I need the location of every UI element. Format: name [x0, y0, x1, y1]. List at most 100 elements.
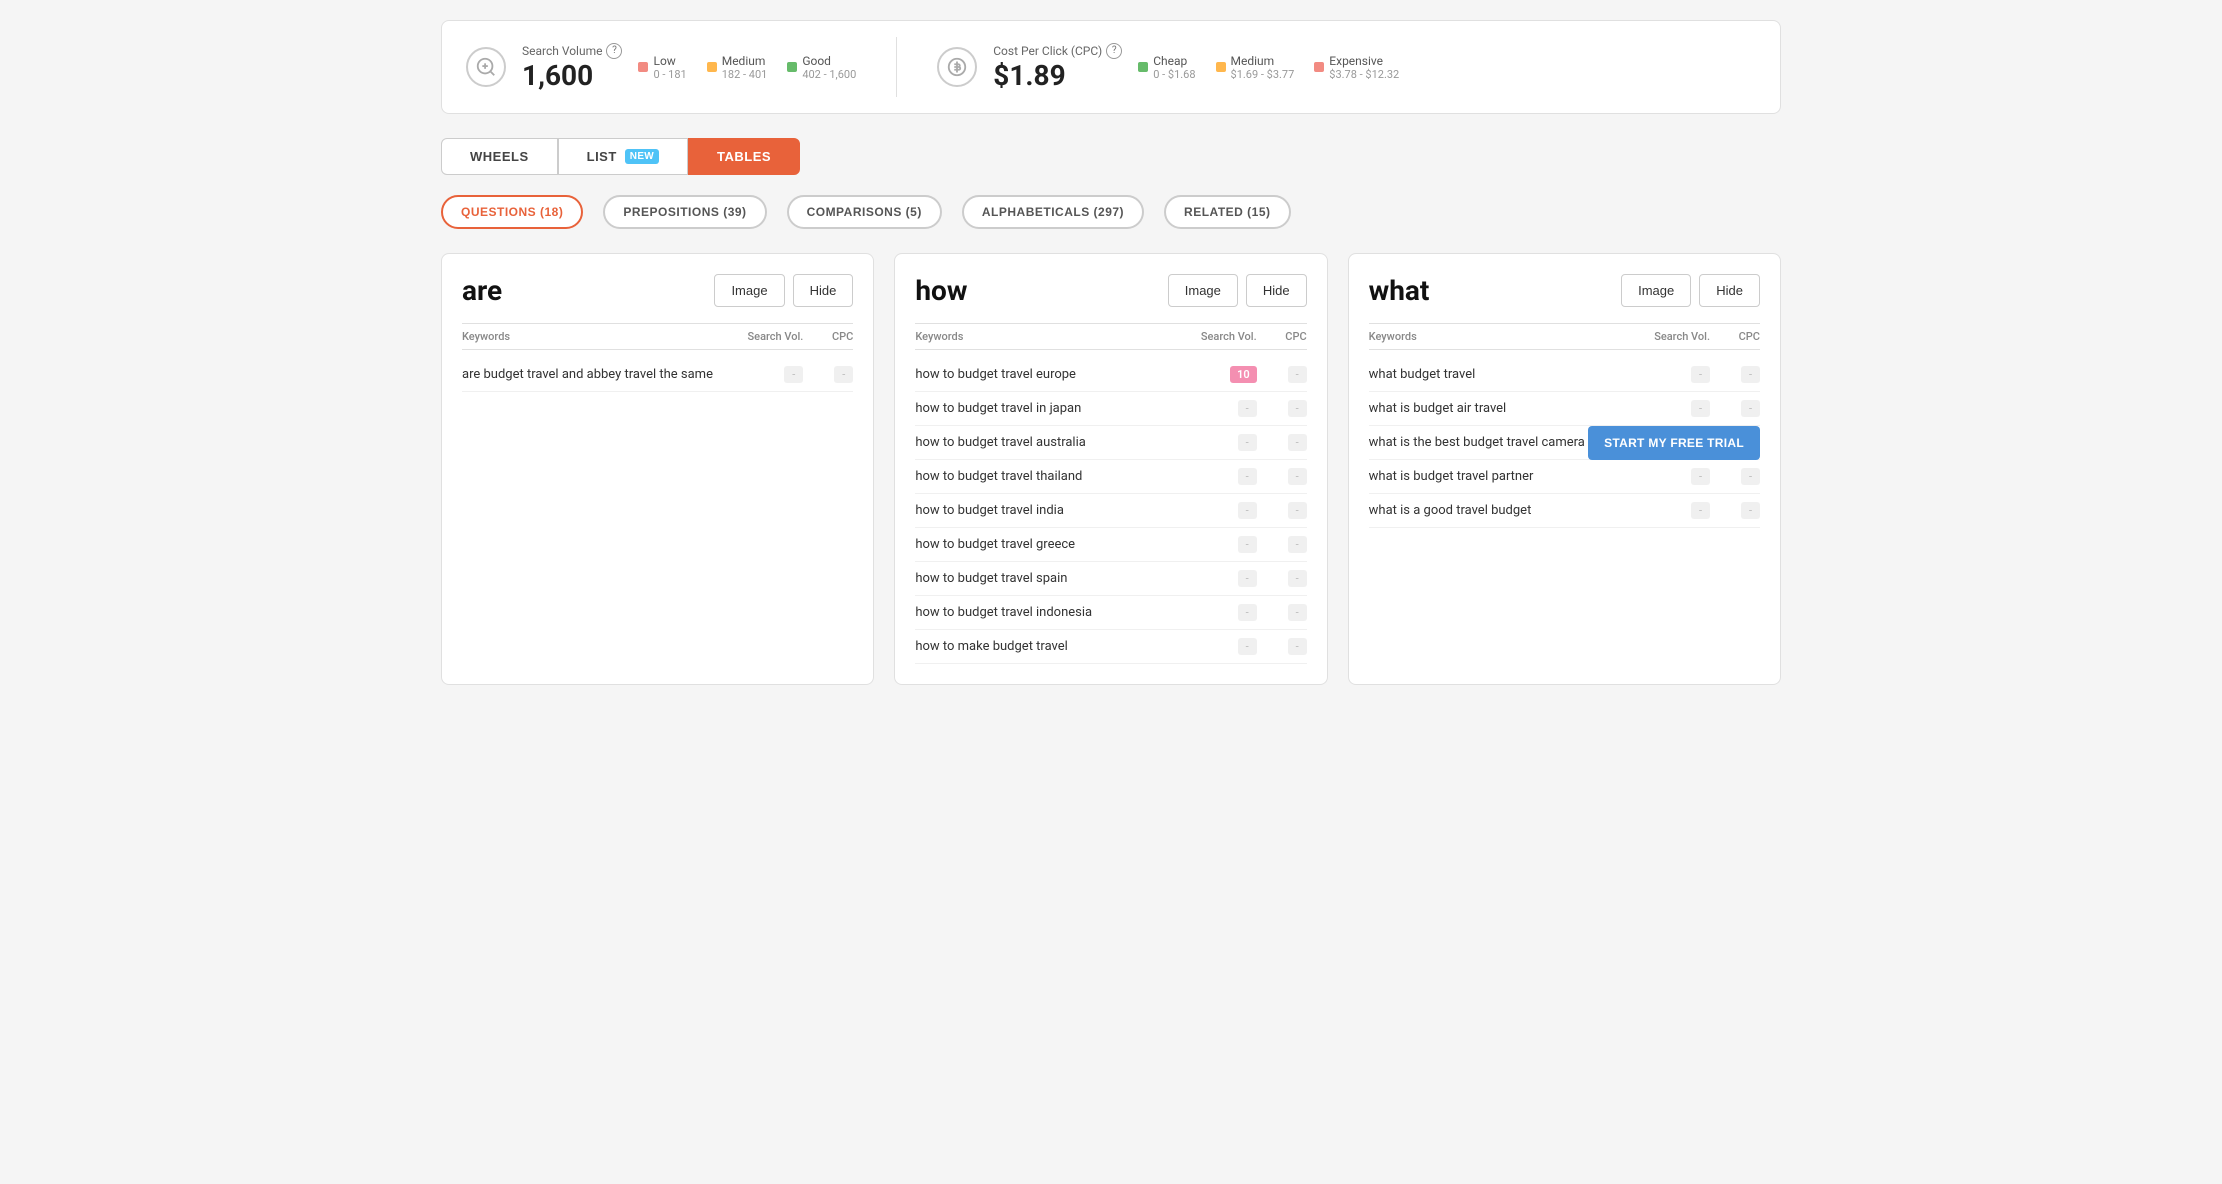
- keyword-vol-what-1: -: [1630, 400, 1710, 417]
- cpc-label: Cost Per Click (CPC) ?: [993, 43, 1122, 59]
- filter-comparisons[interactable]: COMPARISONS (5): [787, 195, 942, 229]
- filter-questions[interactable]: QUESTIONS (18): [441, 195, 583, 229]
- legend-low-label: Low: [653, 54, 686, 68]
- search-volume-icon: [466, 47, 506, 87]
- keyword-text-how-3: how to budget travel thailand: [915, 469, 1176, 484]
- legend-expensive-dot: [1314, 62, 1324, 72]
- tab-list[interactable]: LIST NEW: [558, 138, 688, 175]
- keyword-text-how-6: how to budget travel spain: [915, 571, 1176, 586]
- card-how-table-header: Keywords Search Vol. CPC: [915, 323, 1306, 350]
- card-are-hide-btn[interactable]: Hide: [793, 274, 854, 307]
- col-header-vol-what: Search Vol.: [1630, 330, 1710, 343]
- cpc-legend: Cheap 0 - $1.68 Medium $1.69 - $3.77 Exp…: [1138, 54, 1399, 81]
- card-how-hide-btn[interactable]: Hide: [1246, 274, 1307, 307]
- keyword-row-what-3: what is budget travel partner - -: [1369, 460, 1760, 494]
- search-volume-help-icon[interactable]: ?: [606, 43, 622, 59]
- card-how: how Image Hide Keywords Search Vol. CPC …: [894, 253, 1327, 685]
- keyword-row-how-8: how to make budget travel - -: [915, 630, 1306, 664]
- filter-related[interactable]: RELATED (15): [1164, 195, 1290, 229]
- cards-grid: are Image Hide Keywords Search Vol. CPC …: [441, 253, 1781, 685]
- keyword-cpc-how-1: -: [1257, 400, 1307, 417]
- keyword-text-how-2: how to budget travel australia: [915, 435, 1176, 450]
- filter-tabs: QUESTIONS (18) PREPOSITIONS (39) COMPARI…: [441, 195, 1781, 229]
- keyword-row-how-3: how to budget travel thailand - -: [915, 460, 1306, 494]
- card-what: what Image Hide Keywords Search Vol. CPC…: [1348, 253, 1781, 685]
- keyword-vol-how-8: -: [1177, 638, 1257, 655]
- keyword-cpc-how-2: -: [1257, 434, 1307, 451]
- legend-medium-cpc: Medium $1.69 - $3.77: [1216, 54, 1295, 81]
- legend-cheap-label: Cheap: [1153, 54, 1195, 68]
- filter-prepositions[interactable]: PREPOSITIONS (39): [603, 195, 766, 229]
- keyword-cpc-what-4: -: [1710, 502, 1760, 519]
- keyword-vol-how-6: -: [1177, 570, 1257, 587]
- legend-good-sv-dot: [787, 62, 797, 72]
- keyword-cpc-what-1: -: [1710, 400, 1760, 417]
- keyword-row-how-7: how to budget travel indonesia - -: [915, 596, 1306, 630]
- keyword-row-how-1: how to budget travel in japan - -: [915, 392, 1306, 426]
- keyword-row-what-1: what is budget air travel - -: [1369, 392, 1760, 426]
- keyword-row-what-0: what budget travel - -: [1369, 358, 1760, 392]
- keyword-vol-how-5: -: [1177, 536, 1257, 553]
- keyword-vol-what-0: -: [1630, 366, 1710, 383]
- keyword-row-what-2: what is the best budget travel camera - …: [1369, 426, 1760, 460]
- cpc-icon: [937, 47, 977, 87]
- legend-medium-cpc-dot: [1216, 62, 1226, 72]
- legend-expensive-label: Expensive: [1329, 54, 1399, 68]
- keyword-vol-what-3: -: [1630, 468, 1710, 485]
- legend-medium-cpc-label: Medium: [1231, 54, 1295, 68]
- keyword-vol-are-0: -: [723, 366, 803, 383]
- col-header-vol-how: Search Vol.: [1177, 330, 1257, 343]
- card-what-word: what: [1369, 274, 1430, 307]
- legend-medium-sv-dot: [707, 62, 717, 72]
- card-what-header: what Image Hide: [1369, 274, 1760, 307]
- card-how-word: how: [915, 274, 967, 307]
- keyword-vol-how-7: -: [1177, 604, 1257, 621]
- card-are-image-btn[interactable]: Image: [714, 274, 784, 307]
- keyword-vol-how-1: -: [1177, 400, 1257, 417]
- keyword-row-how-6: how to budget travel spain - -: [915, 562, 1306, 596]
- card-what-image-btn[interactable]: Image: [1621, 274, 1691, 307]
- keyword-text-how-1: how to budget travel in japan: [915, 401, 1176, 416]
- keyword-text-how-5: how to budget travel greece: [915, 537, 1176, 552]
- cpc-block: Cost Per Click (CPC) ? $1.89 Cheap 0 - $…: [937, 43, 1399, 92]
- legend-good-sv: Good 402 - 1,600: [787, 54, 856, 81]
- col-header-keywords-how: Keywords: [915, 330, 1176, 343]
- main-tabs: WHEELS LIST NEW TABLES: [441, 138, 1781, 175]
- card-what-actions: Image Hide: [1621, 274, 1760, 307]
- keyword-text-what-4: what is a good travel budget: [1369, 503, 1630, 518]
- card-are: are Image Hide Keywords Search Vol. CPC …: [441, 253, 874, 685]
- keyword-cpc-how-3: -: [1257, 468, 1307, 485]
- search-volume-value: 1,600: [522, 59, 622, 92]
- card-what-table-header: Keywords Search Vol. CPC: [1369, 323, 1760, 350]
- keyword-text-how-8: how to make budget travel: [915, 639, 1176, 654]
- keyword-cpc-how-5: -: [1257, 536, 1307, 553]
- card-how-actions: Image Hide: [1168, 274, 1307, 307]
- filter-alphabeticals[interactable]: ALPHABETICALS (297): [962, 195, 1144, 229]
- keyword-row-how-0: how to budget travel europe 10 -: [915, 358, 1306, 392]
- keyword-text-are-0: are budget travel and abbey travel the s…: [462, 367, 723, 382]
- keyword-cpc-what-3: -: [1710, 468, 1760, 485]
- start-trial-button[interactable]: START MY FREE TRIAL: [1588, 426, 1760, 460]
- cpc-help-icon[interactable]: ?: [1106, 43, 1122, 59]
- tab-tables[interactable]: TABLES: [688, 138, 800, 175]
- legend-good-sv-label: Good: [802, 54, 856, 68]
- col-header-keywords-are: Keywords: [462, 330, 723, 343]
- col-header-cpc-are: CPC: [803, 330, 853, 343]
- keyword-cpc-what-0: -: [1710, 366, 1760, 383]
- card-how-image-btn[interactable]: Image: [1168, 274, 1238, 307]
- search-volume-main: Search Volume ? 1,600: [522, 43, 622, 92]
- keyword-row-what-4: what is a good travel budget - -: [1369, 494, 1760, 528]
- legend-medium-sv-range: 182 - 401: [722, 68, 768, 81]
- card-what-hide-btn[interactable]: Hide: [1699, 274, 1760, 307]
- card-are-word: are: [462, 274, 502, 307]
- card-are-table-header: Keywords Search Vol. CPC: [462, 323, 853, 350]
- search-volume-legend: Low 0 - 181 Medium 182 - 401 Good 402: [638, 54, 856, 81]
- keyword-cpc-how-7: -: [1257, 604, 1307, 621]
- keyword-cpc-how-6: -: [1257, 570, 1307, 587]
- keyword-text-how-0: how to budget travel europe: [915, 367, 1176, 382]
- keyword-row-how-2: how to budget travel australia - -: [915, 426, 1306, 460]
- tab-wheels[interactable]: WHEELS: [441, 138, 558, 175]
- legend-expensive-range: $3.78 - $12.32: [1329, 68, 1399, 81]
- legend-expensive: Expensive $3.78 - $12.32: [1314, 54, 1399, 81]
- search-volume-label-text: Search Volume: [522, 44, 602, 58]
